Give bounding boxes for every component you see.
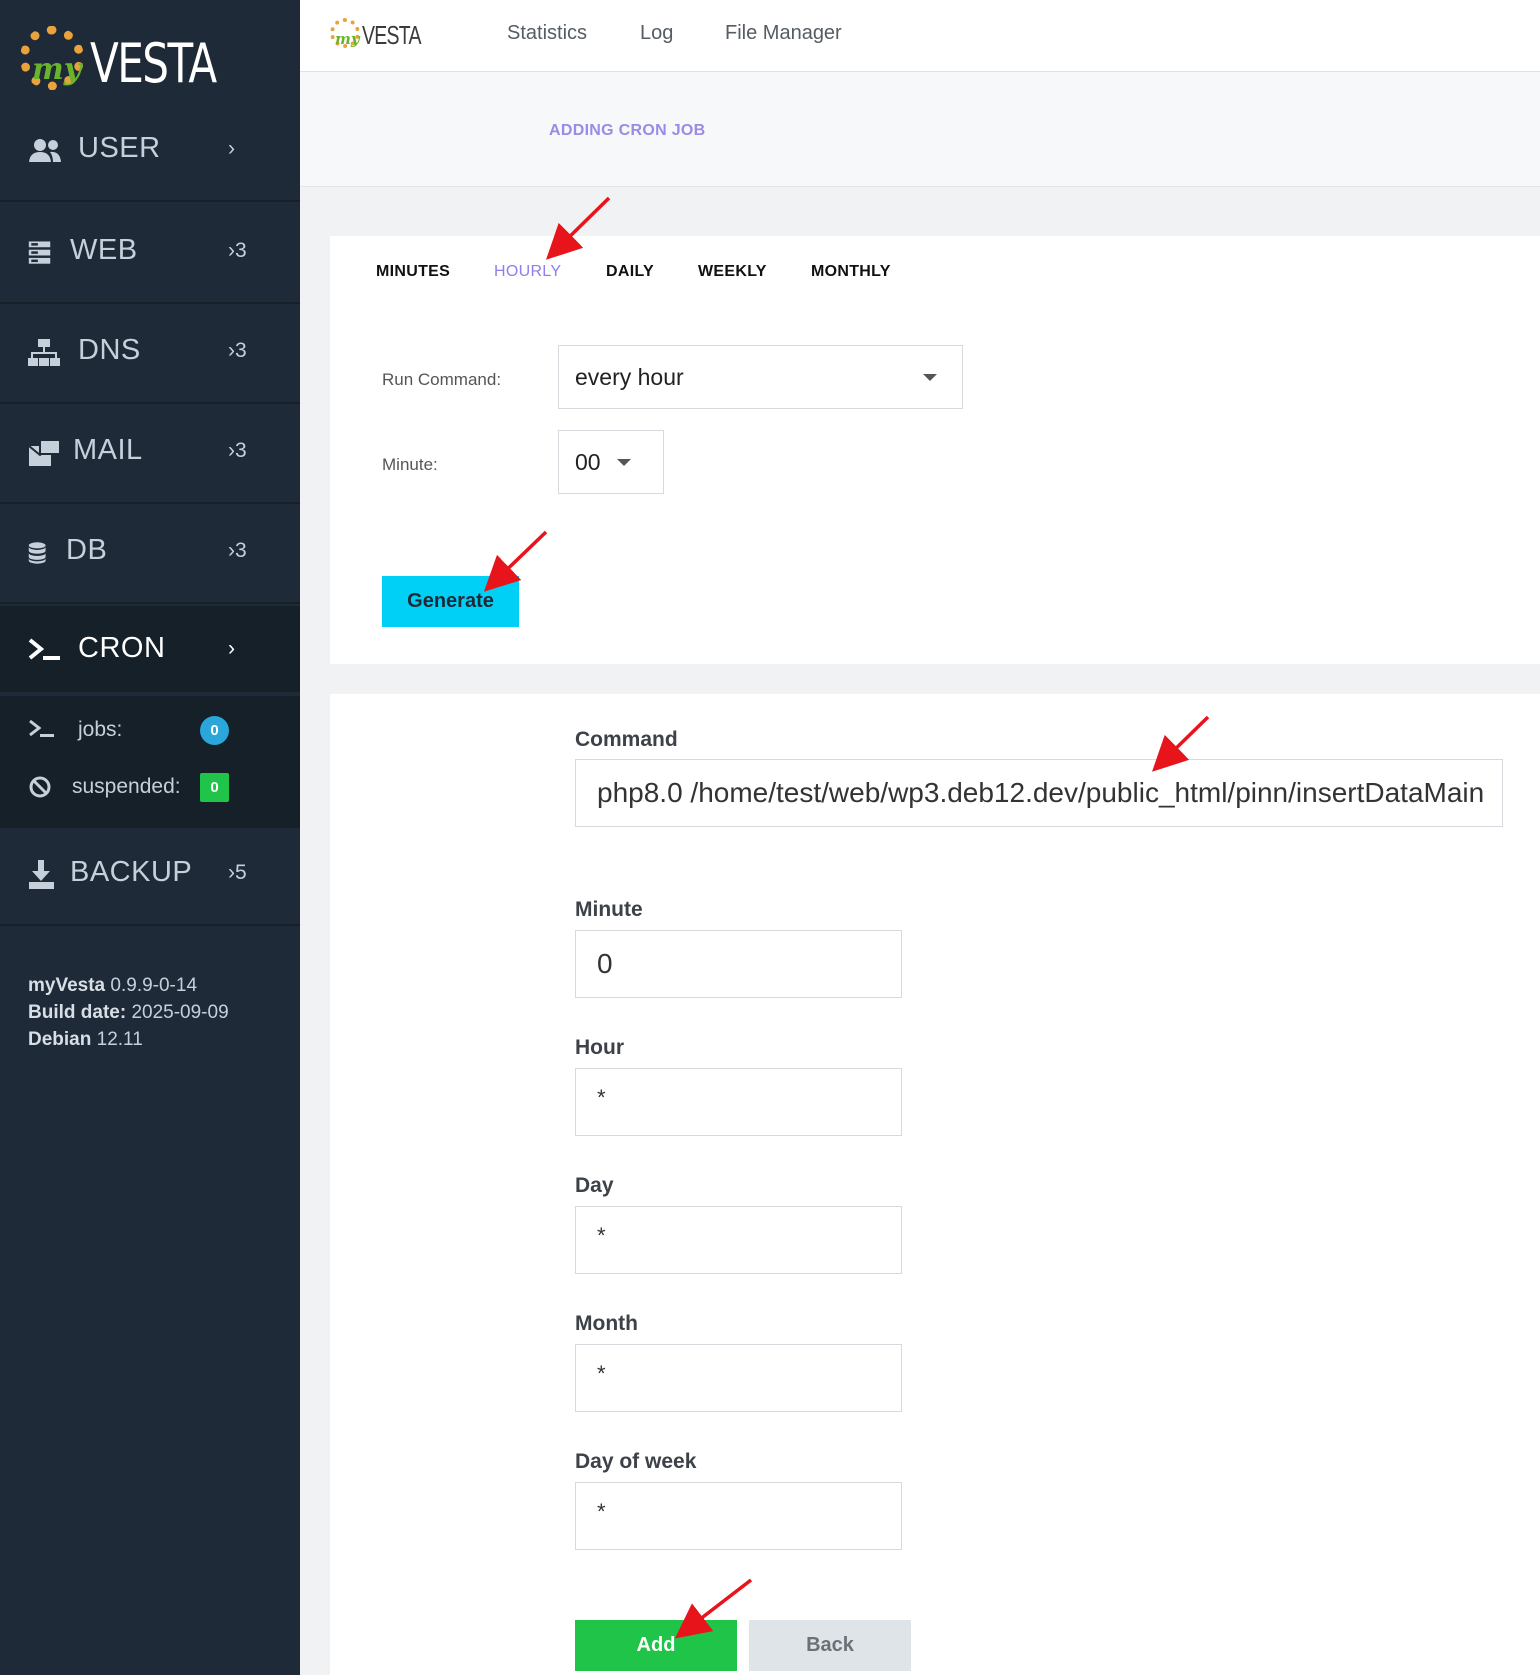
sidebar-item-count: ›3 — [228, 339, 247, 362]
sidebar-item-db[interactable]: DB ›3 — [0, 504, 300, 604]
build-label: Build date: — [28, 1002, 127, 1023]
terminal-icon — [28, 638, 60, 660]
run-command-select[interactable]: every hour — [558, 345, 963, 409]
top-logo[interactable]: my VESTA — [330, 16, 430, 56]
minute-select-label: Minute: — [382, 455, 438, 474]
day-of-week-label: Day of week — [575, 1450, 697, 1473]
back-button[interactable]: Back — [749, 1620, 911, 1671]
chevron-right-icon: › — [228, 637, 235, 660]
sidebar-item-web[interactable]: WEB ›3 — [0, 204, 300, 304]
month-value: * — [597, 1361, 606, 1386]
server-icon — [28, 241, 51, 264]
run-command-value: every hour — [575, 364, 684, 390]
chevron-down-icon — [617, 459, 631, 466]
minute-select-value: 00 — [575, 449, 601, 475]
cron-suspended-row[interactable]: suspended: 0 — [0, 761, 300, 811]
sidebar-item-label: DNS — [78, 334, 141, 366]
tab-weekly[interactable]: WEEKLY — [698, 263, 767, 281]
minute-label: Minute — [575, 898, 643, 921]
myvesta-logo[interactable]: my VESTA — [18, 22, 217, 98]
sidebar-item-backup[interactable]: BACKUP ›5 — [0, 826, 300, 926]
sidebar-item-dns[interactable]: DNS ›3 — [0, 304, 300, 404]
sidebar-item-label: CRON — [78, 632, 166, 664]
page-header: ADDING CRON JOB — [300, 72, 1540, 187]
month-label: Month — [575, 1312, 638, 1335]
day-label: Day — [575, 1174, 614, 1197]
download-icon — [29, 860, 54, 889]
command-label: Command — [575, 728, 678, 751]
sidebar-item-label: DB — [66, 534, 108, 566]
month-input[interactable]: * — [575, 1344, 902, 1412]
sidebar-item-count: ›5 — [228, 861, 247, 884]
database-icon — [28, 542, 46, 564]
top-bar: my VESTA Statistics Log File Manager — [300, 0, 1540, 72]
command-input[interactable]: php8.0 /home/test/web/wp3.deb12.dev/publ… — [575, 759, 1503, 827]
jobs-count-badge: 0 — [200, 716, 229, 745]
chevron-down-icon — [923, 374, 937, 381]
sidebar-item-label: WEB — [70, 234, 138, 266]
logo-prefix: my — [335, 30, 360, 48]
ban-icon — [29, 776, 51, 798]
sidebar: my VESTA USER › WEB ›3 DNS ›3 MAIL ›3 DB… — [0, 0, 300, 1675]
day-value: * — [597, 1223, 606, 1248]
network-icon — [28, 339, 60, 366]
nav-statistics[interactable]: Statistics — [507, 22, 587, 45]
logo-word: VESTA — [362, 20, 421, 50]
tab-monthly[interactable]: MONTHLY — [811, 263, 891, 281]
nav-file-manager[interactable]: File Manager — [725, 22, 842, 45]
minute-value: 0 — [597, 948, 613, 979]
tab-daily[interactable]: DAILY — [606, 263, 654, 281]
minute-select[interactable]: 00 — [558, 430, 664, 494]
day-of-week-input[interactable]: * — [575, 1482, 902, 1550]
hour-input[interactable]: * — [575, 1068, 902, 1136]
terminal-icon — [29, 719, 54, 737]
os-version: 12.11 — [96, 1029, 143, 1050]
generate-button[interactable]: Generate — [382, 576, 519, 627]
jobs-label: jobs: — [78, 718, 123, 741]
users-icon — [29, 139, 61, 162]
product-name: myVesta — [28, 975, 106, 996]
sidebar-item-cron[interactable]: CRON › — [0, 606, 300, 692]
sidebar-item-user[interactable]: USER › — [0, 102, 300, 202]
product-version: 0.9.9-0-14 — [110, 975, 198, 996]
command-value: php8.0 /home/test/web/wp3.deb12.dev/publ… — [597, 777, 1485, 808]
cron-form-card — [330, 694, 1540, 1675]
suspended-label: suspended: — [72, 775, 181, 798]
hour-value: * — [597, 1085, 606, 1110]
sidebar-item-count: ›3 — [228, 439, 247, 462]
sidebar-item-label: BACKUP — [70, 856, 193, 888]
logo-prefix: my — [32, 52, 82, 87]
page-title: ADDING CRON JOB — [549, 122, 706, 139]
nav-log[interactable]: Log — [640, 22, 673, 45]
tab-minutes[interactable]: MINUTES — [376, 263, 450, 281]
run-command-label: Run Command: — [382, 370, 502, 389]
sidebar-item-label: USER — [78, 132, 161, 164]
build-date: 2025-09-09 — [131, 1002, 229, 1023]
sidebar-item-count: ›3 — [228, 539, 247, 562]
cron-stats: jobs: 0 suspended: 0 — [0, 696, 300, 828]
os-name: Debian — [28, 1029, 92, 1050]
chevron-right-icon: › — [228, 137, 235, 160]
tab-hourly[interactable]: HOURLY — [494, 263, 561, 281]
day-input[interactable]: * — [575, 1206, 902, 1274]
cron-jobs-row[interactable]: jobs: 0 — [0, 704, 300, 754]
sidebar-item-mail[interactable]: MAIL ›3 — [0, 404, 300, 504]
logo-word: VESTA — [90, 32, 217, 95]
hour-label: Hour — [575, 1036, 624, 1059]
version-info: myVesta 0.9.9-0-14 Build date: 2025-09-0… — [28, 972, 229, 1053]
minute-input[interactable]: 0 — [575, 930, 902, 998]
suspended-count-badge: 0 — [200, 773, 229, 802]
sidebar-item-label: MAIL — [73, 434, 143, 466]
mail-icon — [28, 439, 61, 466]
add-button[interactable]: Add — [575, 1620, 737, 1671]
sidebar-item-count: ›3 — [228, 239, 247, 262]
day-of-week-value: * — [597, 1499, 606, 1524]
